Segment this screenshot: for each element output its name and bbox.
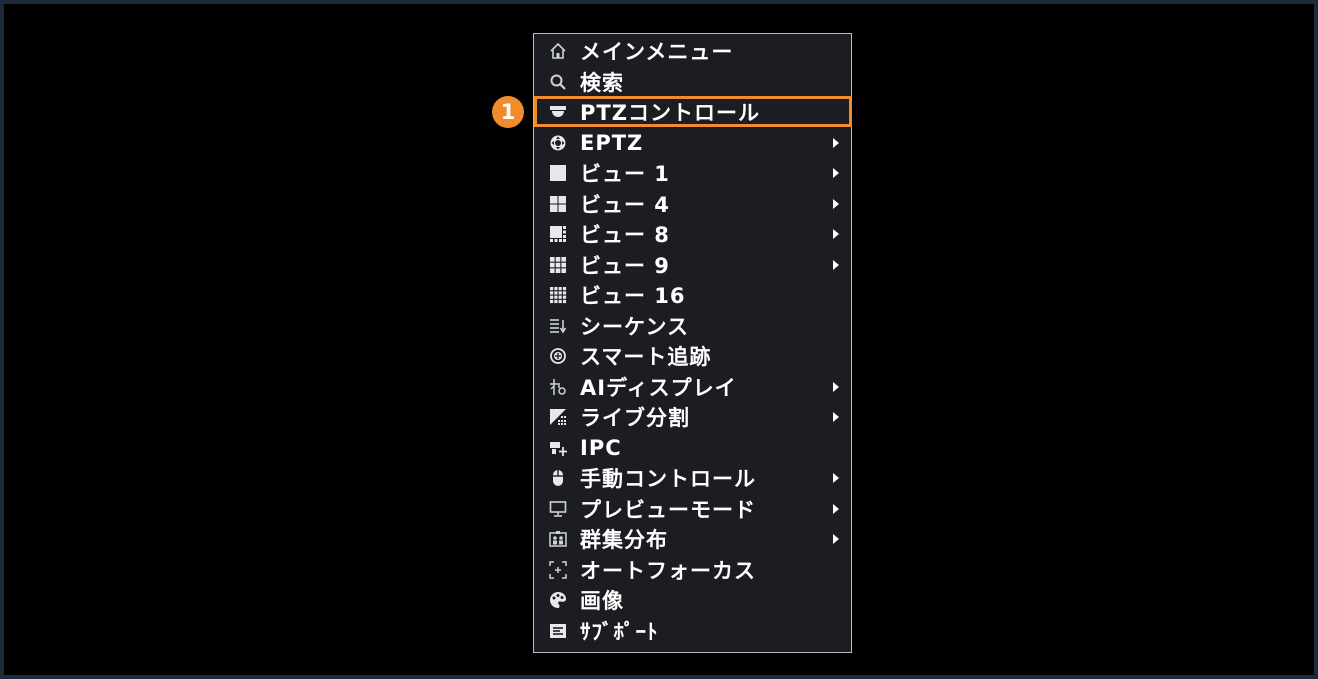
menu-item-7[interactable]: ビュー 9 <box>534 250 851 281</box>
menu-item-label: メインメニュー <box>580 40 734 65</box>
menu-item-13[interactable]: IPC <box>534 433 851 464</box>
menu-item-9[interactable]: シーケンス <box>534 311 851 342</box>
menu-item-8[interactable]: ビュー 16 <box>534 280 851 311</box>
submenu-arrow-icon <box>833 473 839 484</box>
menu-item-label: AIディスプレイ <box>580 375 737 400</box>
menu-item-label: オートフォーカス <box>580 558 756 583</box>
menu-item-label: ライブ分割 <box>580 406 690 431</box>
image-palette-icon <box>546 591 570 609</box>
view-4-icon <box>546 195 570 213</box>
search-icon <box>546 73 570 91</box>
menu-item-label: スマート追跡 <box>580 345 712 370</box>
submenu-arrow-icon <box>833 412 839 423</box>
ai-display-icon <box>546 378 570 396</box>
menu-item-label: 群集分布 <box>580 528 668 553</box>
menu-item-label: EPTZ <box>580 130 644 155</box>
live-split-icon <box>546 408 570 426</box>
menu-item-label: プレビューモード <box>580 497 756 522</box>
menu-item-4[interactable]: ビュー 1 <box>534 158 851 189</box>
menu-item-3[interactable]: EPTZ <box>534 128 851 159</box>
submenu-arrow-icon <box>833 137 839 148</box>
view-1-icon <box>546 164 570 182</box>
crowd-distribution-icon <box>546 530 570 548</box>
menu-item-11[interactable]: AIディスプレイ <box>534 372 851 403</box>
menu-item-label: IPC <box>580 435 622 460</box>
submenu-arrow-icon <box>833 534 839 545</box>
ipc-icon <box>546 439 570 457</box>
submenu-arrow-icon <box>833 381 839 392</box>
menu-item-18[interactable]: 画像 <box>534 585 851 616</box>
menu-item-19[interactable]: ｻﾌﾞﾎﾟｰﾄ <box>534 616 851 647</box>
smart-tracking-icon <box>546 347 570 365</box>
menu-item-10[interactable]: スマート追跡 <box>534 341 851 372</box>
menu-item-label: ビュー 4 <box>580 192 670 217</box>
callout-badge: 1 <box>492 96 524 128</box>
menu-item-15[interactable]: プレビューモード <box>534 494 851 525</box>
menu-item-label: ビュー 9 <box>580 253 670 278</box>
eptz-icon <box>546 134 570 152</box>
mouse-icon <box>546 469 570 487</box>
submenu-arrow-icon <box>833 168 839 179</box>
menu-item-label: 手動コントロール <box>580 467 756 492</box>
menu-item-5[interactable]: ビュー 4 <box>534 189 851 220</box>
view-16-icon <box>546 286 570 304</box>
menu-item-label: 画像 <box>580 589 624 614</box>
menu-item-14[interactable]: 手動コントロール <box>534 463 851 494</box>
submenu-arrow-icon <box>833 229 839 240</box>
menu-item-12[interactable]: ライブ分割 <box>534 402 851 433</box>
screen: 1 メインメニュー 検索 PTZコントロール EPTZ ビュー 1 ビュー 4 ビュー 8 ビ… <box>0 0 1318 679</box>
menu-item-label: 検索 <box>580 70 624 95</box>
menu-item-16[interactable]: 群集分布 <box>534 524 851 555</box>
menu-item-label: ｻﾌﾞﾎﾟｰﾄ <box>580 619 659 644</box>
monitor-icon <box>546 500 570 518</box>
context-menu: メインメニュー 検索 PTZコントロール EPTZ ビュー 1 ビュー 4 ビュー 8 ビュー… <box>533 33 852 653</box>
menu-item-0[interactable]: メインメニュー <box>534 36 851 67</box>
menu-item-label: ビュー 1 <box>580 162 670 187</box>
autofocus-icon <box>546 561 570 579</box>
view-9-icon <box>546 256 570 274</box>
ptz-dome-icon <box>546 103 570 121</box>
menu-item-2[interactable]: PTZコントロール <box>534 96 852 128</box>
menu-item-17[interactable]: オートフォーカス <box>534 555 851 586</box>
submenu-arrow-icon <box>833 198 839 209</box>
submenu-arrow-icon <box>833 503 839 514</box>
sequence-icon <box>546 317 570 335</box>
home-icon <box>546 42 570 60</box>
menu-item-label: PTZコントロール <box>580 101 760 126</box>
menu-item-1[interactable]: 検索 <box>534 67 851 98</box>
menu-item-6[interactable]: ビュー 8 <box>534 219 851 250</box>
menu-item-label: ビュー 16 <box>580 284 686 309</box>
view-8-icon <box>546 225 570 243</box>
menu-item-label: シーケンス <box>580 314 689 339</box>
submenu-arrow-icon <box>833 259 839 270</box>
sub-port-icon <box>546 622 570 640</box>
menu-item-label: ビュー 8 <box>580 223 670 248</box>
